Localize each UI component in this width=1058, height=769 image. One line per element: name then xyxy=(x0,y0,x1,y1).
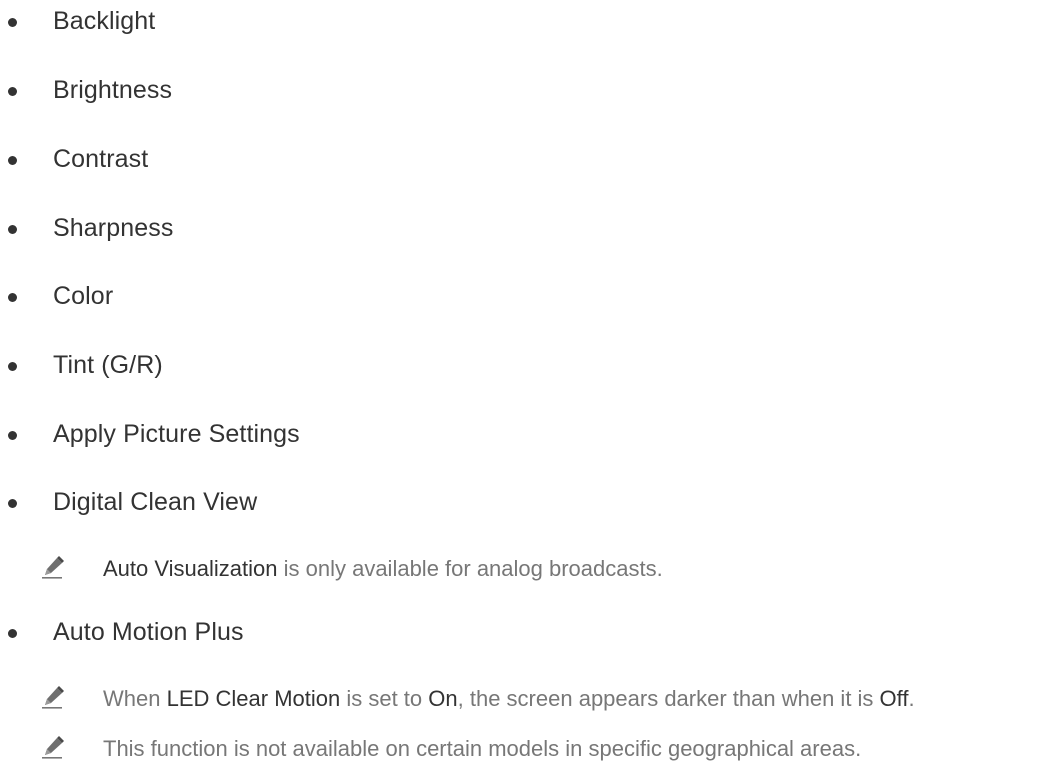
bullet-dot xyxy=(8,225,17,234)
bullet-dot xyxy=(8,629,17,638)
note-led-clear-motion: When LED Clear Motion is set to On, the … xyxy=(0,682,1058,718)
list-item-label: Auto Motion Plus xyxy=(53,618,244,646)
bullet-dot xyxy=(8,431,17,440)
list-item-digital-clean-view: Digital Clean View xyxy=(0,484,1058,524)
note-body: When xyxy=(103,686,167,711)
list-item-label: Contrast xyxy=(53,145,149,173)
note-keyword: On xyxy=(428,686,458,711)
note-keyword: LED Clear Motion xyxy=(166,686,341,711)
pencil-icon xyxy=(40,684,66,710)
list-item-label: Tint (G/R) xyxy=(53,351,163,379)
pencil-icon xyxy=(40,734,66,760)
note-body: is set to xyxy=(340,686,429,711)
list-item-label: Brightness xyxy=(53,76,173,104)
settings-list-page: Backlight Brightness Contrast Sharpness … xyxy=(0,0,1058,769)
bullet-dot xyxy=(8,87,17,96)
note-availability: This function is not available on certai… xyxy=(0,732,1058,768)
list-item-label: Digital Clean View xyxy=(53,488,258,516)
bullet-dot xyxy=(8,18,17,27)
bullet-dot xyxy=(8,499,17,508)
list-item-label: Color xyxy=(53,282,114,310)
note-keyword: Off xyxy=(879,686,909,711)
note-keyword: Auto Visualization xyxy=(103,556,278,581)
note-body: , the screen appears darker than when it… xyxy=(457,686,880,711)
list-item-label: Apply Picture Settings xyxy=(53,420,300,448)
note-text: This function is not available on certai… xyxy=(103,736,862,761)
bullet-dot xyxy=(8,362,17,371)
pencil-icon xyxy=(40,554,66,580)
note-text: When LED Clear Motion is set to On, the … xyxy=(103,686,915,712)
note-text: Auto Visualization is only available for… xyxy=(103,556,663,582)
list-item-contrast: Contrast xyxy=(0,141,1058,181)
list-item-brightness: Brightness xyxy=(0,72,1058,112)
list-item-label: Backlight xyxy=(53,7,156,35)
note-body: . xyxy=(908,686,915,711)
list-item-label: Sharpness xyxy=(53,214,174,242)
note-auto-visualization: Auto Visualization is only available for… xyxy=(0,552,1058,588)
list-item-apply-picture-settings: Apply Picture Settings xyxy=(0,416,1058,456)
bullet-dot xyxy=(8,156,17,165)
list-item-auto-motion-plus: Auto Motion Plus xyxy=(0,614,1058,654)
bullet-dot xyxy=(8,293,17,302)
list-item-backlight: Backlight xyxy=(0,3,1058,43)
list-item-sharpness: Sharpness xyxy=(0,210,1058,250)
list-item-tint: Tint (G/R) xyxy=(0,347,1058,387)
list-item-color: Color xyxy=(0,278,1058,318)
note-body: is only available for analog broadcasts. xyxy=(277,556,663,581)
